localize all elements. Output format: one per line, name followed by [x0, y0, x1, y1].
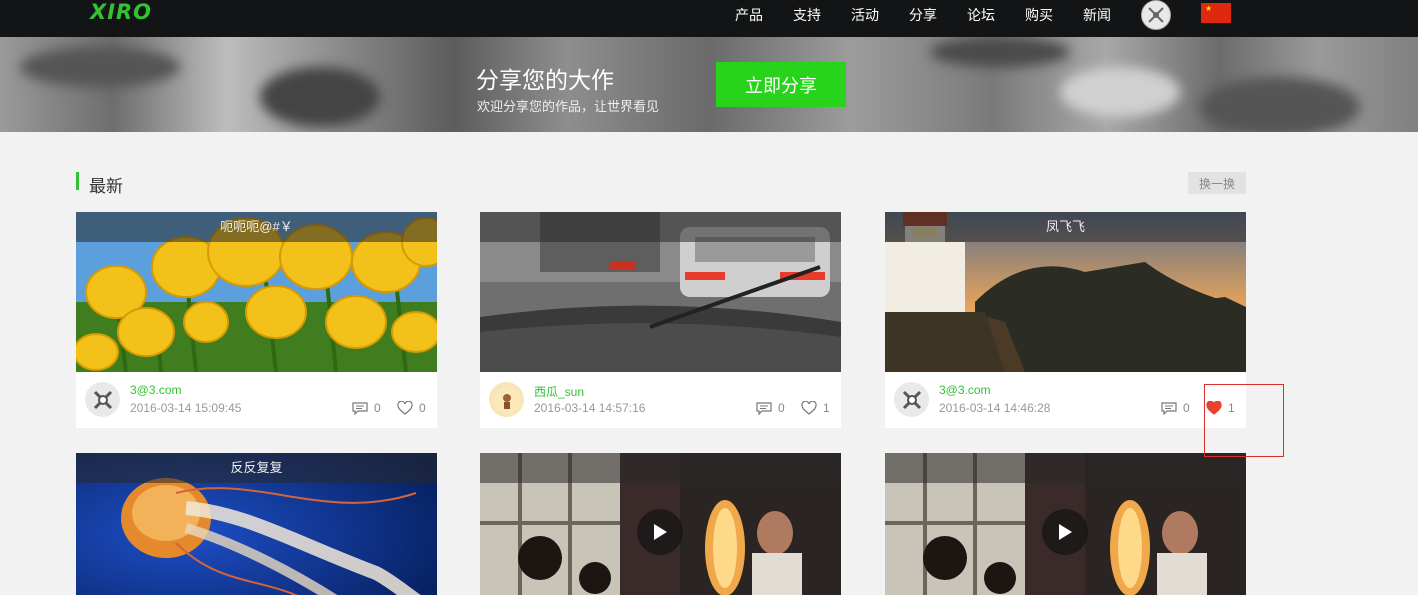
post-image-lighthouse[interactable]: 凤飞飞 — [885, 212, 1246, 372]
china-flag-icon[interactable]: ★ — [1201, 3, 1231, 23]
nav-item-share[interactable]: 分享 — [909, 5, 937, 25]
post-image-jellyfish[interactable]: 反反复复 — [76, 453, 437, 595]
nav-item-products[interactable]: 产品 — [735, 5, 763, 25]
banner-subtitle: 欢迎分享您的作品，让世界看见 — [477, 99, 660, 114]
heart-outline-icon — [397, 401, 413, 415]
xiro-logo[interactable]: XIRO — [90, 0, 152, 24]
avatar[interactable] — [85, 382, 120, 417]
share-banner: 分享您的大作 欢迎分享您的作品，让世界看见 立即分享 — [0, 37, 1418, 132]
nav-item-events[interactable]: 活动 — [851, 5, 879, 25]
nav-item-buy[interactable]: 购买 — [1025, 5, 1053, 25]
nav-item-forum[interactable]: 论坛 — [967, 5, 995, 25]
post-caption: 反反复复 — [76, 453, 437, 483]
post-video-thumbnail[interactable] — [885, 453, 1246, 595]
post-caption: 呃呃呃@#￥ — [76, 212, 437, 242]
nav-item-support[interactable]: 支持 — [793, 5, 821, 25]
comment-count-value: 0 — [374, 401, 381, 415]
play-icon — [654, 524, 667, 540]
comment-count[interactable]: 0 — [352, 401, 381, 415]
section-accent-bar — [76, 172, 79, 190]
like-count-value: 1 — [823, 401, 830, 415]
user-avatar[interactable] — [1141, 0, 1171, 30]
post-username[interactable]: 3@3.com — [130, 383, 182, 397]
post-card[interactable]: 凤飞飞 3@3.com 2016-03-14 14:46:28 0 1 — [885, 212, 1246, 428]
drone-icon — [93, 390, 112, 409]
banner-title: 分享您的大作 — [476, 67, 614, 93]
top-nav-bar: XIRO 产品 支持 活动 分享 论坛 购买 新闻 ★ — [0, 0, 1418, 37]
share-now-button[interactable]: 立即分享 — [716, 62, 846, 107]
play-button[interactable] — [637, 509, 683, 555]
avatar[interactable] — [894, 382, 929, 417]
comment-count[interactable]: 0 — [1161, 401, 1190, 415]
post-username[interactable]: 3@3.com — [939, 383, 991, 397]
like-count-value: 0 — [419, 401, 426, 415]
post-card[interactable]: 呃呃呃@#￥ 3@3.com 2016-03-14 15:09:45 0 0 — [76, 212, 437, 428]
drone-icon — [902, 390, 921, 409]
user-figure-icon — [493, 386, 520, 413]
comment-icon — [756, 401, 772, 415]
post-card[interactable]: 反反复复 — [76, 453, 437, 595]
post-caption — [480, 212, 841, 242]
post-image-car-windshield[interactable] — [480, 212, 841, 372]
comment-icon — [352, 401, 368, 415]
comment-count[interactable]: 0 — [756, 401, 785, 415]
post-timestamp: 2016-03-14 15:09:45 — [130, 401, 242, 415]
refresh-button[interactable]: 换一换 — [1188, 172, 1246, 194]
comment-count-value: 0 — [1183, 401, 1190, 415]
avatar[interactable] — [489, 382, 524, 417]
nav-item-news[interactable]: 新闻 — [1083, 5, 1111, 25]
post-caption — [885, 453, 1246, 483]
like-count[interactable]: 1 — [801, 401, 830, 415]
drone-icon — [1148, 7, 1164, 23]
comment-count-value: 0 — [778, 401, 785, 415]
section-title: 最新 — [89, 177, 123, 196]
post-image-tulips[interactable]: 呃呃呃@#￥ — [76, 212, 437, 372]
post-timestamp: 2016-03-14 14:46:28 — [939, 401, 1051, 415]
highlight-annotation — [1204, 384, 1284, 457]
play-button[interactable] — [1042, 509, 1088, 555]
post-card[interactable]: 西瓜_sun 2016-03-14 14:57:16 0 1 — [480, 212, 841, 428]
post-caption — [480, 453, 841, 483]
post-card[interactable] — [480, 453, 841, 595]
heart-outline-icon — [801, 401, 817, 415]
post-caption: 凤飞飞 — [885, 212, 1246, 242]
play-icon — [1059, 524, 1072, 540]
post-video-thumbnail[interactable] — [480, 453, 841, 595]
like-count[interactable]: 0 — [397, 401, 426, 415]
comment-icon — [1161, 401, 1177, 415]
post-timestamp: 2016-03-14 14:57:16 — [534, 401, 646, 415]
post-username[interactable]: 西瓜_sun — [534, 383, 584, 400]
post-card[interactable] — [885, 453, 1246, 595]
